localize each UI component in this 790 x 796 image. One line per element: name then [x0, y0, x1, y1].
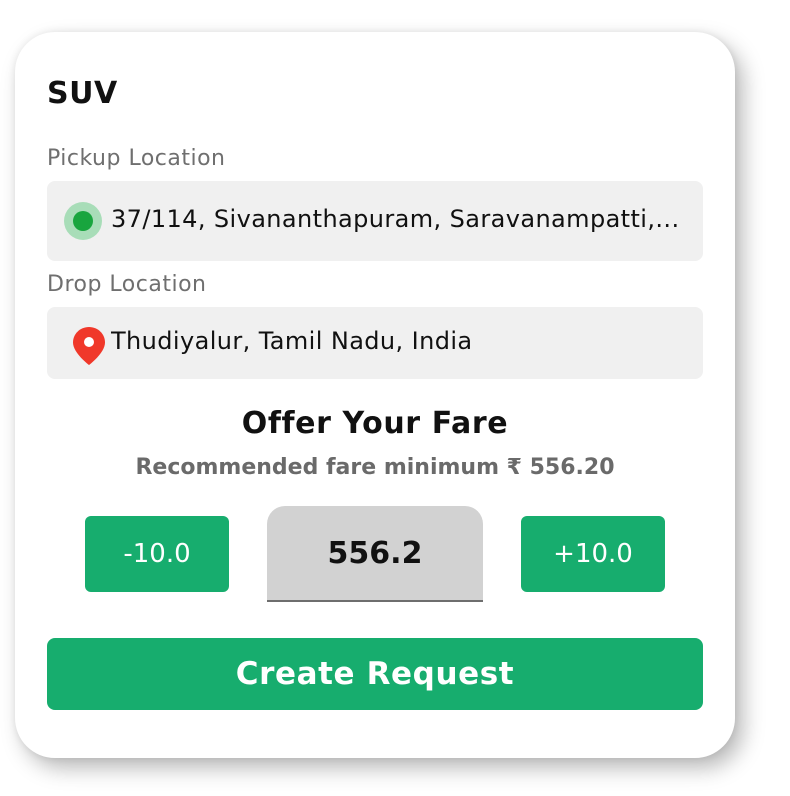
create-request-button[interactable]: Create Request: [47, 638, 703, 710]
recommended-fare-text: Recommended fare minimum ₹ 556.20: [135, 455, 615, 480]
drop-location-value: Thudiyalur, Tamil Nadu, India: [111, 327, 473, 355]
pickup-location-field[interactable]: 37/114, Sivananthapuram, Saravanampatti,…: [47, 181, 703, 261]
pickup-dot-icon: [64, 202, 102, 240]
drop-location-field[interactable]: Thudiyalur, Tamil Nadu, India: [47, 307, 703, 379]
fare-input[interactable]: 556.2: [267, 506, 483, 602]
pickup-location-value: 37/114, Sivananthapuram, Saravanampatti,…: [111, 205, 680, 233]
pickup-location-label: Pickup Location: [47, 146, 226, 171]
vehicle-type-title: SUV: [47, 76, 118, 111]
increase-fare-button[interactable]: +10.0: [521, 516, 665, 592]
drop-location-label: Drop Location: [47, 272, 207, 297]
offer-fare-title: Offer Your Fare: [241, 406, 509, 441]
map-pin-icon: [73, 327, 105, 365]
decrease-fare-button[interactable]: -10.0: [85, 516, 229, 592]
